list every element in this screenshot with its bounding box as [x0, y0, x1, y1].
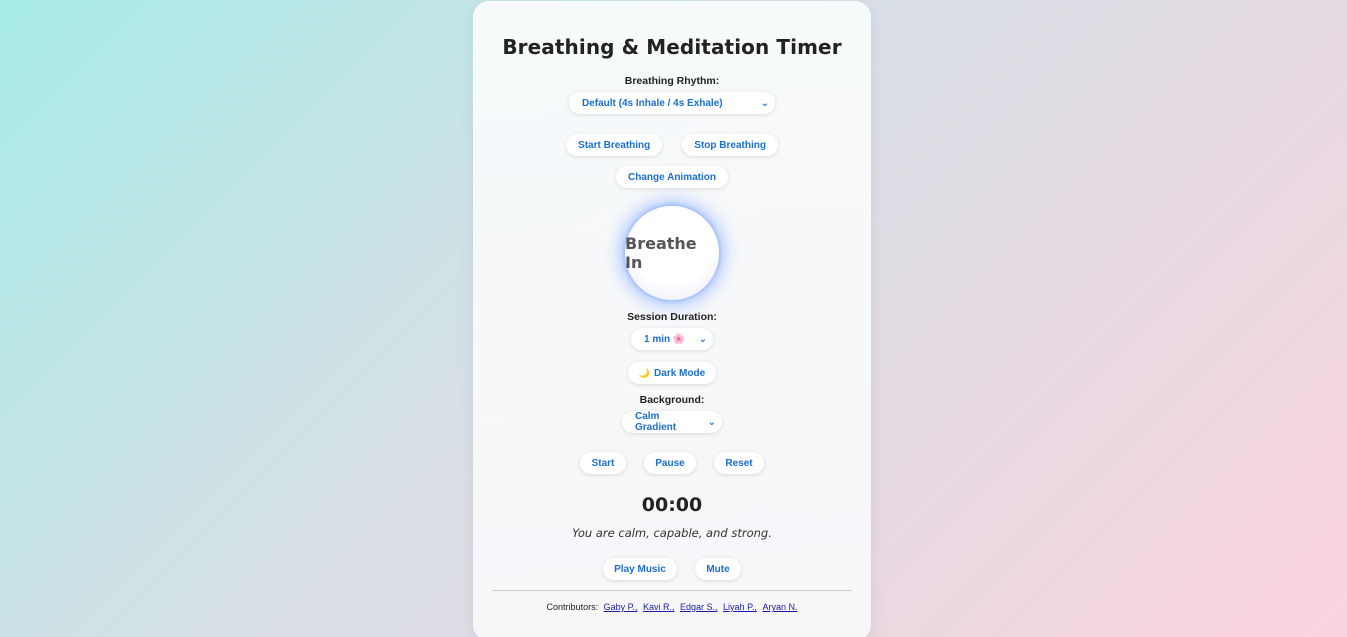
change-animation-button[interactable]: Change Animation	[616, 166, 728, 188]
background-select-value: Calm Gradient	[635, 411, 677, 433]
contributor-link[interactable]: Edgar S.,	[680, 602, 718, 612]
timer-display: 00:00	[641, 494, 703, 516]
breath-circle-text: Breathe In	[625, 234, 697, 272]
mute-button[interactable]: Mute	[695, 558, 741, 580]
timer-card: Breathing & Meditation Timer Breathing R…	[473, 1, 871, 637]
breath-circle: Breathe In	[625, 206, 719, 300]
timer-start-button[interactable]: Start	[580, 452, 626, 474]
session-duration-label: Session Duration:	[627, 311, 717, 323]
chevron-down-icon: ⌄	[760, 97, 769, 109]
moon-icon: 🌙	[638, 367, 651, 378]
start-breathing-button[interactable]: Start Breathing	[566, 134, 663, 156]
stop-breathing-button[interactable]: Stop Breathing	[682, 134, 778, 156]
contributors-line: Contributors: Gaby P., Kavi R., Edgar S.…	[547, 602, 798, 612]
rhythm-label: Breathing Rhythm:	[624, 75, 720, 87]
footer-divider	[492, 590, 852, 591]
chevron-down-icon: ⌄	[698, 333, 707, 345]
session-duration-value: 1 min 🌸	[644, 333, 686, 345]
rhythm-select[interactable]: Default (4s Inhale / 4s Exhale) ⌄	[569, 92, 775, 114]
background-select[interactable]: Calm Gradient ⌄	[622, 411, 722, 433]
contributor-link[interactable]: Liyah P.,	[723, 602, 757, 612]
timer-pause-button[interactable]: Pause	[644, 452, 696, 474]
rhythm-select-value: Default (4s Inhale / 4s Exhale)	[582, 97, 723, 109]
contributor-link[interactable]: Aryan N.	[762, 602, 797, 612]
contributors-label: Contributors:	[546, 602, 599, 612]
page-title: Breathing & Meditation Timer	[502, 35, 842, 59]
contributor-link[interactable]: Kavi R.,	[643, 602, 675, 612]
chevron-down-icon: ⌄	[707, 416, 716, 428]
background-label: Background:	[639, 394, 705, 406]
affirmation-text: You are calm, capable, and strong.	[572, 526, 772, 540]
dark-mode-label: Dark Mode	[654, 367, 706, 379]
session-duration-select[interactable]: 1 min 🌸 ⌄	[631, 328, 713, 350]
timer-reset-button[interactable]: Reset	[714, 452, 764, 474]
play-music-button[interactable]: Play Music	[603, 558, 677, 580]
dark-mode-button[interactable]: 🌙 Dark Mode	[628, 362, 716, 384]
contributor-link[interactable]: Gaby P.,	[604, 602, 638, 612]
